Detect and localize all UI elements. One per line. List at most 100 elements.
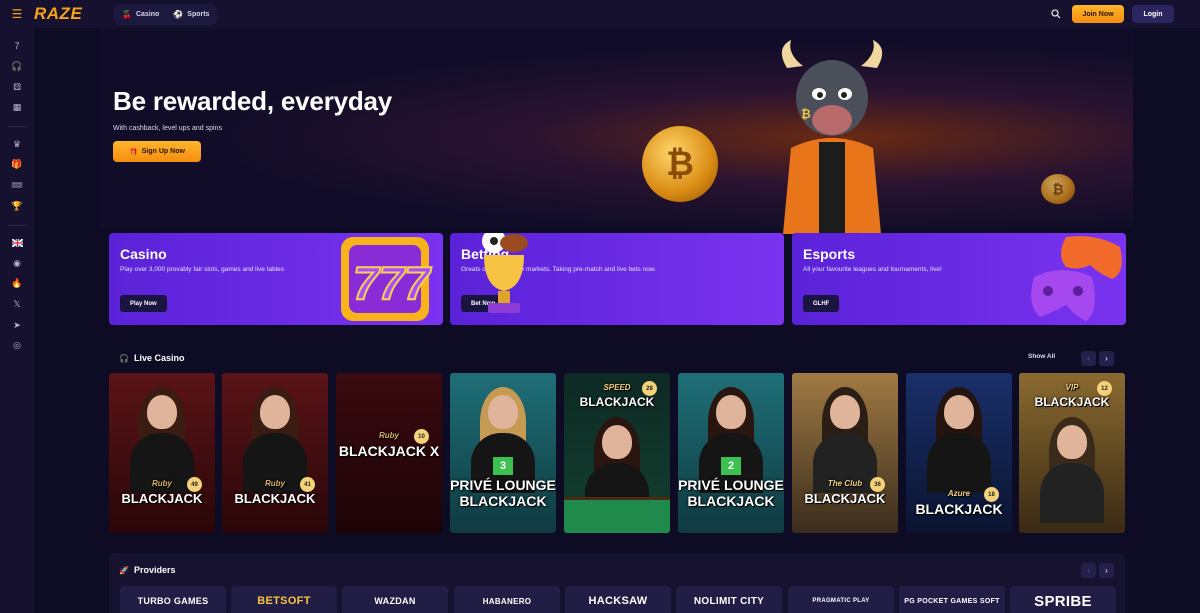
carousel-prev-button[interactable]: ‹ bbox=[1081, 351, 1096, 366]
live-game-tile[interactable]: Ruby BLACKJACK X 10 bbox=[336, 373, 442, 533]
hero-banner: Be rewarded, everyday With cashback, lev… bbox=[100, 28, 1133, 234]
table-number-badge: 18 bbox=[984, 487, 999, 502]
dealer-face bbox=[830, 395, 860, 429]
dealer-face bbox=[488, 395, 518, 429]
x-logo-icon[interactable]: 𝕏 bbox=[9, 297, 25, 313]
slots-777-icon[interactable]: 7 bbox=[9, 38, 25, 54]
dice-icon[interactable]: ⚄ bbox=[9, 79, 25, 95]
live-game-tile[interactable]: The Club BLACKJACK 36 bbox=[792, 373, 898, 533]
live-game-tile[interactable]: VIP BLACKJACK 12 bbox=[1019, 373, 1125, 533]
live-casino-title: Live Casino bbox=[133, 353, 185, 363]
sidebar-divider bbox=[8, 224, 26, 226]
provider-logo[interactable]: WAZDAN bbox=[342, 586, 448, 613]
fire-icon[interactable]: 🔥 bbox=[9, 276, 25, 292]
provider-logo[interactable]: TURBO GAMES bbox=[120, 586, 226, 613]
svg-text:777: 777 bbox=[353, 257, 432, 309]
menu-toggle-icon[interactable]: ☰ bbox=[0, 7, 34, 21]
table-number-badge: 12 bbox=[1097, 381, 1112, 396]
game-title-line1: PRIVÉ LOUNGE bbox=[450, 477, 556, 493]
join-now-button[interactable]: Join Now bbox=[1072, 5, 1124, 23]
table-number-badge: 36 bbox=[870, 477, 885, 492]
promo-title: Esports bbox=[803, 246, 856, 262]
instagram-icon[interactable]: ◎ bbox=[9, 338, 25, 354]
header-actions: Join Now Login bbox=[1048, 5, 1174, 23]
slot-machine-icon[interactable]: ▦ bbox=[9, 100, 25, 116]
provider-logo[interactable]: PG POCKET GAMES SOFT bbox=[899, 586, 1005, 613]
logo[interactable]: RAZE bbox=[34, 4, 114, 24]
promo-description: All your favourite leagues and tournamen… bbox=[803, 266, 942, 273]
svg-text:₿: ₿ bbox=[801, 107, 811, 121]
promo-description: Play over 3,000 provably fair slots, gam… bbox=[120, 266, 285, 273]
discord-icon[interactable]: ◉ bbox=[9, 255, 25, 271]
provider-logo[interactable]: BETSOFT bbox=[231, 586, 337, 613]
live-game-tile[interactable]: PRIVÉ LOUNGE BLACKJACK 3 bbox=[450, 373, 556, 533]
table-number-badge: 49 bbox=[187, 477, 202, 492]
promo-card-esports[interactable]: Esports All your favourite leagues and t… bbox=[792, 233, 1126, 325]
dealer-face bbox=[944, 395, 974, 429]
tab-casino[interactable]: 🍒 Casino bbox=[116, 6, 165, 23]
game-title-line1: PRIVÉ LOUNGE bbox=[678, 477, 784, 493]
game-title-line2: BLACKJACK bbox=[459, 493, 547, 509]
top-tabs: 🍒 Casino ⚽ Sports bbox=[114, 3, 218, 25]
game-title-line2: BLACKJACK bbox=[579, 395, 655, 409]
live-game-tile[interactable]: Ruby BLACKJACK 41 bbox=[222, 373, 328, 533]
trophy-illustration bbox=[482, 233, 528, 313]
ticket-icon[interactable]: 🎟 bbox=[9, 178, 25, 194]
provider-logo[interactable]: NOLIMIT CITY bbox=[676, 586, 782, 613]
blackjack-table bbox=[564, 497, 670, 533]
game-title-line2: BLACKJACK bbox=[234, 491, 316, 506]
dealer-face bbox=[147, 395, 177, 429]
tab-sports[interactable]: ⚽ Sports bbox=[167, 6, 215, 23]
bitcoin-coin-icon: ₿ bbox=[642, 126, 718, 202]
live-game-tile[interactable]: Ruby BLACKJACK 49 bbox=[109, 373, 215, 533]
sign-up-label: Sign Up Now bbox=[141, 148, 185, 155]
table-number-badge: 10 bbox=[414, 429, 429, 444]
sign-up-button[interactable]: 🎁 Sign Up Now bbox=[113, 141, 201, 162]
telegram-icon[interactable]: ➤ bbox=[9, 317, 25, 333]
sidebar: 7 🎧 ⚄ ▦ ♛ 🎁 🎟 🏆 ◉ 🔥 𝕏 ➤ ◎ bbox=[0, 28, 34, 613]
live-game-tile[interactable]: SPEED BLACKJACK 28 bbox=[564, 373, 670, 533]
dealer-body bbox=[1040, 463, 1104, 523]
dealer-face bbox=[716, 395, 746, 429]
login-button[interactable]: Login bbox=[1132, 5, 1174, 23]
provider-logo[interactable]: HABANERO bbox=[454, 586, 560, 613]
game-title-line2: BLACKJACK X bbox=[338, 443, 440, 459]
game-title-line2: BLACKJACK bbox=[1034, 395, 1110, 409]
promo-card-betting[interactable]: Betting Greats odds and wide markets. Ta… bbox=[450, 233, 784, 325]
game-title-line2: BLACKJACK bbox=[915, 501, 1003, 517]
provider-logo[interactable]: SPRIBE bbox=[1010, 586, 1116, 613]
gamepad-illustration bbox=[1031, 236, 1122, 321]
show-all-link[interactable]: Show All bbox=[1028, 353, 1055, 360]
hero-subtitle: With cashback, level ups and spins bbox=[113, 125, 222, 132]
live-game-tile[interactable]: Azure BLACKJACK 18 bbox=[906, 373, 1012, 533]
carousel-next-button[interactable]: › bbox=[1099, 351, 1114, 366]
game-title-line2: BLACKJACK bbox=[804, 491, 886, 506]
crown-icon[interactable]: ♛ bbox=[9, 136, 25, 152]
table-number-badge: 2 bbox=[721, 457, 741, 475]
promo-card-casino[interactable]: Casino Play over 3,000 provably fair slo… bbox=[109, 233, 443, 325]
slots-777-illustration: 777 bbox=[341, 237, 433, 321]
search-icon[interactable] bbox=[1048, 6, 1064, 22]
glhf-button[interactable]: GLHF bbox=[803, 295, 840, 312]
dealer-face bbox=[602, 425, 632, 459]
gift-icon[interactable]: 🎁 bbox=[9, 157, 25, 173]
uk-flag-icon[interactable] bbox=[9, 235, 25, 251]
top-bar: ☰ RAZE 🍒 Casino ⚽ Sports Join Now Login bbox=[0, 0, 1200, 28]
soccer-ball-icon: ⚽ bbox=[173, 9, 184, 19]
live-game-tile[interactable]: PRIVÉ LOUNGE BLACKJACK 2 bbox=[678, 373, 784, 533]
headset-icon[interactable]: 🎧 bbox=[9, 59, 25, 75]
trophy-icon[interactable]: 🏆 bbox=[9, 198, 25, 214]
play-now-button[interactable]: Play Now bbox=[120, 295, 167, 312]
table-number-badge: 41 bbox=[300, 477, 315, 492]
dealer-face bbox=[1057, 425, 1087, 459]
providers-title: Providers bbox=[133, 565, 176, 575]
rocket-icon: 🚀 bbox=[119, 565, 129, 575]
provider-logo[interactable]: PRAGMATIC PLAY bbox=[788, 586, 894, 613]
providers-next-button[interactable]: › bbox=[1099, 563, 1114, 578]
headset-icon: 🎧 bbox=[119, 353, 129, 363]
game-title-line2: BLACKJACK bbox=[687, 493, 775, 509]
provider-logo[interactable]: HACKSAW bbox=[565, 586, 671, 613]
providers-prev-button[interactable]: ‹ bbox=[1081, 563, 1096, 578]
table-number-badge: 28 bbox=[642, 381, 657, 396]
tab-casino-label: Casino bbox=[135, 10, 160, 18]
